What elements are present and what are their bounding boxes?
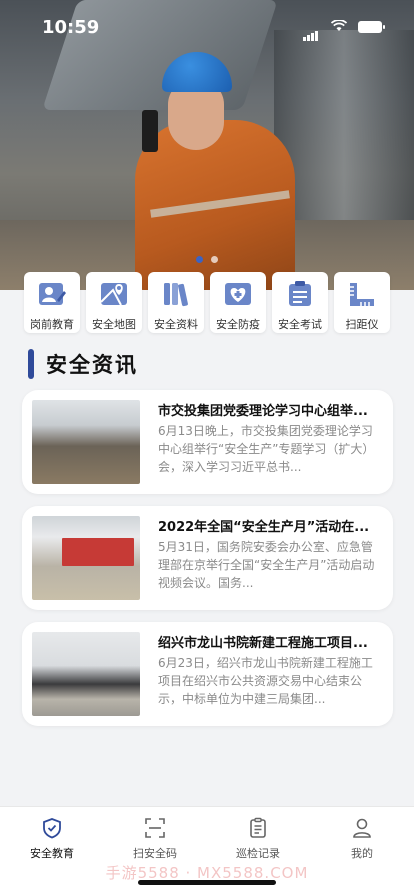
radio-icon xyxy=(142,110,158,152)
news-summary: 5月31日，国务院安委会办公室、应急管理部在京举行全国“安全生产月”活动启动视频… xyxy=(158,540,375,590)
tab-label: 安全教育 xyxy=(30,847,74,860)
news-card[interactable]: 绍兴市龙山书院新建工程施工项目... 6月23日，绍兴市龙山书院新建工程施工项目… xyxy=(22,622,393,726)
news-card[interactable]: 2022年全国“安全生产月”活动在... 5月31日，国务院安委会办公室、应急管… xyxy=(22,506,393,610)
ruler-scanner-icon xyxy=(350,283,374,306)
quick-link-label: 安全资料 xyxy=(154,318,198,331)
safety-map-icon xyxy=(100,283,127,306)
carousel-dot[interactable] xyxy=(196,256,203,263)
tab-scan-safety-code[interactable]: 扫安全码 xyxy=(110,817,200,861)
quick-link-ruler-scanner[interactable]: 扫距仪 xyxy=(334,272,390,333)
quick-link-pre-job-education[interactable]: 岗前教育 xyxy=(24,272,80,333)
news-card[interactable]: 市交投集团党委理论学习中心组举... 6月13日晚上，市交投集团党委理论学习中心… xyxy=(22,390,393,494)
news-title: 市交投集团党委理论学习中心组举... xyxy=(158,404,368,419)
safety-documents-icon xyxy=(164,283,188,307)
epidemic-prevention-icon xyxy=(225,283,251,305)
home-indicator[interactable] xyxy=(138,880,276,885)
status-time: 10:59 xyxy=(42,17,100,38)
news-title: 2022年全国“安全生产月”活动在... xyxy=(158,520,370,535)
thumbnail-screen xyxy=(62,538,134,566)
quick-link-label: 安全地图 xyxy=(92,318,136,331)
clipboard-icon xyxy=(250,817,266,838)
tab-label: 扫安全码 xyxy=(133,847,177,860)
quick-link-epidemic-prevention[interactable]: 安全防疫 xyxy=(210,272,266,333)
section-title: 安全资讯 xyxy=(46,353,138,377)
tab-safety-education[interactable]: 安全教育 xyxy=(7,817,97,861)
section-accent-bar xyxy=(28,349,34,379)
news-thumbnail xyxy=(32,516,140,600)
quick-link-safety-documents[interactable]: 安全资料 xyxy=(148,272,204,333)
status-bar: 10:59 xyxy=(0,0,414,52)
tab-label: 巡检记录 xyxy=(236,847,280,860)
tab-profile[interactable]: 我的 xyxy=(317,817,407,861)
quick-links: 岗前教育 安全地图 安全资料 安全防疫 安全考试 扫距仪 xyxy=(24,272,390,333)
hero-pipes xyxy=(274,30,414,220)
pre-job-education-icon xyxy=(39,283,66,305)
carousel-dots xyxy=(0,248,414,267)
battery-icon xyxy=(358,21,385,33)
news-summary: 6月23日，绍兴市龙山书院新建工程施工项目在绍兴市公共资源交易中心结束公示，中标… xyxy=(158,656,373,706)
news-title: 绍兴市龙山书院新建工程施工项目... xyxy=(158,636,368,651)
shield-check-icon xyxy=(43,818,61,839)
quick-link-label: 扫距仪 xyxy=(345,318,379,331)
quick-link-label: 安全防疫 xyxy=(216,318,260,331)
signal-icon xyxy=(303,22,319,41)
quick-link-safety-map[interactable]: 安全地图 xyxy=(86,272,142,333)
safety-exam-icon xyxy=(289,281,311,306)
user-icon xyxy=(353,818,371,838)
news-summary: 6月13日晚上，市交投集团党委理论学习中心组举行“安全生产”专题学习（扩大）会，… xyxy=(158,424,375,474)
tab-label: 我的 xyxy=(351,847,373,860)
tab-inspection-records[interactable]: 巡检记录 xyxy=(213,817,303,861)
quick-link-safety-exam[interactable]: 安全考试 xyxy=(272,272,328,333)
wifi-icon xyxy=(331,20,347,31)
news-thumbnail xyxy=(32,400,140,484)
news-thumbnail xyxy=(32,632,140,716)
scan-icon xyxy=(145,818,165,838)
quick-link-label: 岗前教育 xyxy=(30,318,74,331)
quick-link-label: 安全考试 xyxy=(278,318,322,331)
carousel-dot[interactable] xyxy=(211,256,218,263)
